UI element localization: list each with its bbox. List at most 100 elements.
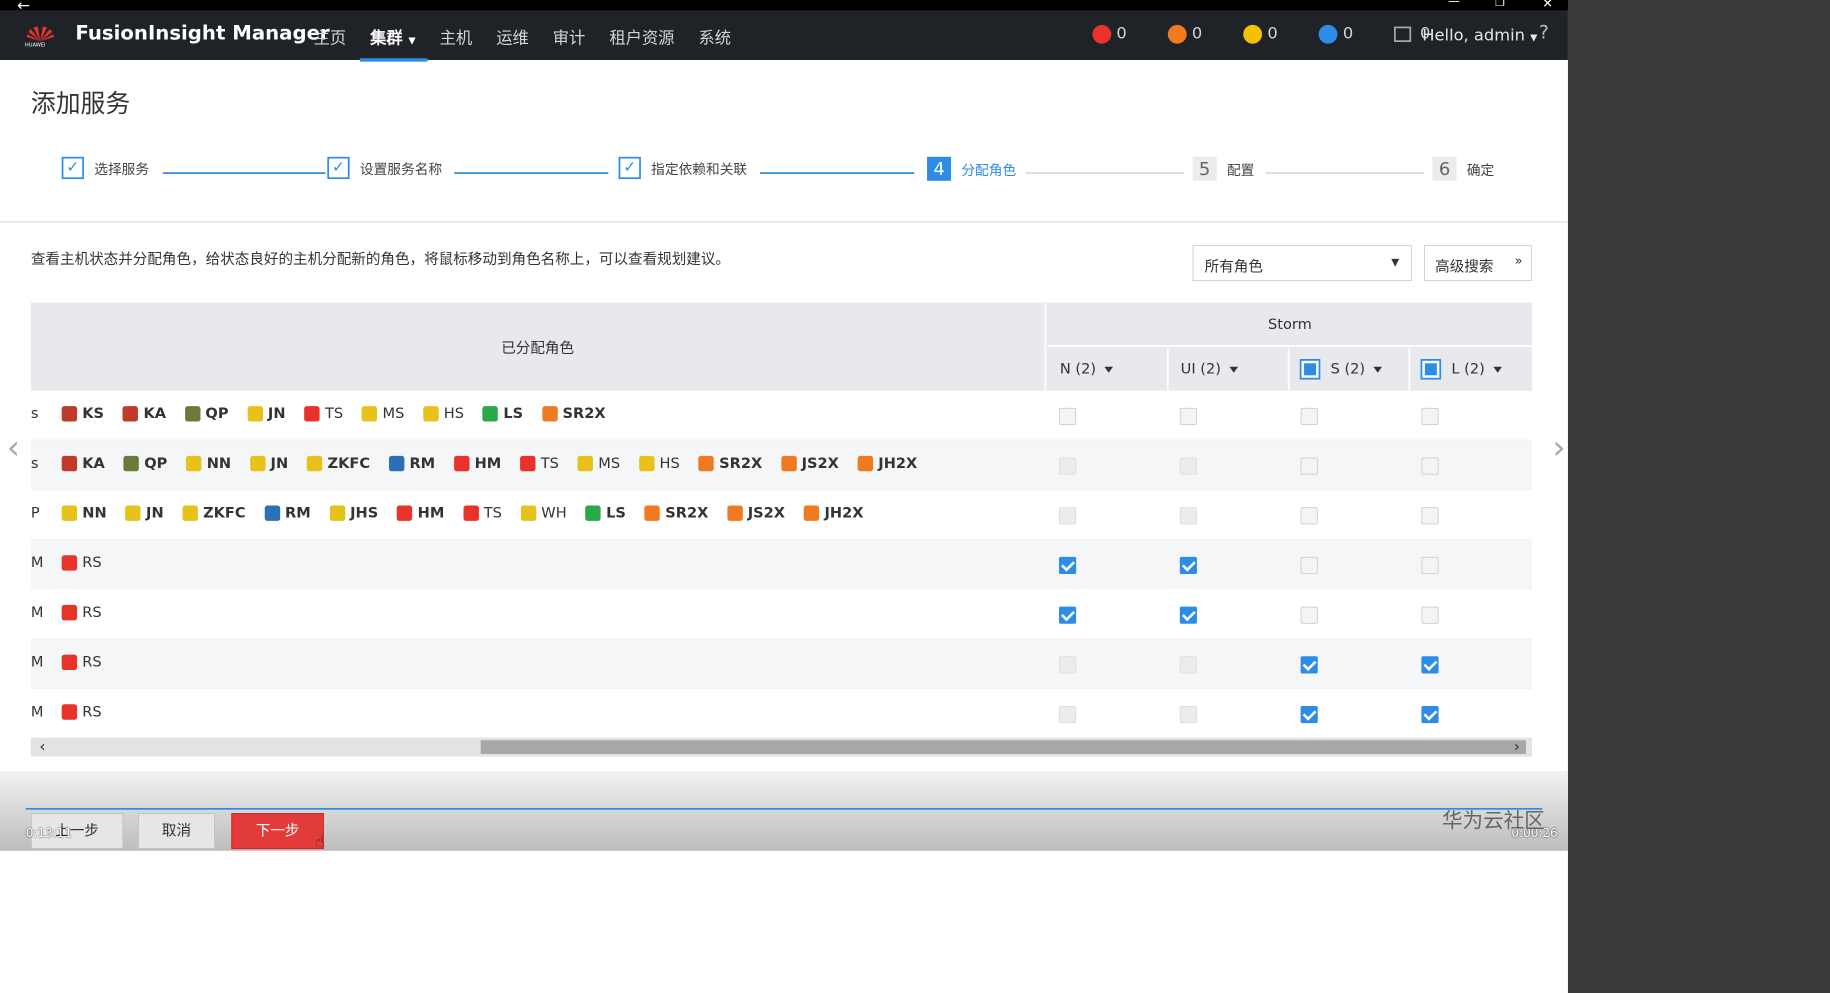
role-tag[interactable]: QP xyxy=(184,405,228,422)
role-tag[interactable]: TS xyxy=(520,455,559,472)
advanced-search-button[interactable]: 高级搜索 » xyxy=(1424,245,1532,282)
role-tag[interactable]: KA xyxy=(122,405,166,422)
role-checkbox[interactable] xyxy=(1421,706,1439,724)
role-checkbox[interactable] xyxy=(1059,507,1077,525)
role-checkbox[interactable] xyxy=(1421,407,1439,425)
role-tag[interactable]: NN xyxy=(186,455,231,472)
role-tag[interactable]: HS xyxy=(638,455,680,472)
nav-system[interactable]: 系统 xyxy=(698,26,731,49)
role-checkbox[interactable] xyxy=(1300,407,1318,425)
role-tag[interactable]: JH2X xyxy=(803,505,863,522)
role-tag[interactable]: ZKFC xyxy=(182,505,246,522)
cancel-button[interactable]: 取消 xyxy=(137,813,216,850)
caret-down-icon[interactable] xyxy=(1373,366,1383,373)
role-checkbox[interactable] xyxy=(1421,507,1439,525)
role-tag[interactable]: LS xyxy=(482,405,523,422)
help-icon[interactable]: ? xyxy=(1539,22,1549,43)
restore-icon[interactable]: ❐ xyxy=(1495,0,1505,9)
col-s-header[interactable]: S (2) xyxy=(1289,348,1411,391)
role-tag[interactable]: MS xyxy=(577,455,620,472)
alert-info[interactable]: 0 xyxy=(1318,24,1353,44)
role-checkbox[interactable] xyxy=(1300,706,1318,724)
role-tag[interactable]: NN xyxy=(61,505,107,522)
role-tag[interactable]: HM xyxy=(397,505,444,522)
role-checkbox[interactable] xyxy=(1059,457,1077,475)
nav-ops[interactable]: 运维 xyxy=(496,26,529,49)
role-tag[interactable]: JN xyxy=(249,455,288,472)
caret-down-icon[interactable] xyxy=(1229,366,1239,373)
role-tag[interactable]: HM xyxy=(454,455,501,472)
minimize-icon[interactable]: — xyxy=(1448,0,1460,9)
role-tag[interactable]: TS xyxy=(463,505,502,522)
role-checkbox[interactable] xyxy=(1421,556,1439,575)
role-checkbox[interactable] xyxy=(1059,407,1077,425)
chevron-left-icon[interactable]: ‹ xyxy=(7,428,20,466)
nav-hosts[interactable]: 主机 xyxy=(440,26,473,49)
scroll-thumb[interactable] xyxy=(480,740,1526,754)
role-checkbox[interactable] xyxy=(1421,457,1439,475)
role-tag[interactable]: RS xyxy=(61,604,102,621)
nav-audit[interactable]: 审计 xyxy=(553,26,586,49)
role-checkbox[interactable] xyxy=(1421,656,1439,674)
role-filter-select[interactable]: 所有角色 ▼ xyxy=(1192,245,1413,282)
role-tag[interactable]: KS xyxy=(61,405,104,422)
role-tag[interactable]: JH2X xyxy=(857,455,917,472)
role-tag[interactable]: KA xyxy=(61,455,105,472)
role-checkbox[interactable] xyxy=(1179,606,1197,624)
role-tag[interactable]: JHS xyxy=(329,505,378,522)
role-tag[interactable]: ZKFC xyxy=(306,455,370,472)
next-step-button[interactable]: 下一步 xyxy=(231,813,324,850)
role-tag[interactable]: JN xyxy=(247,405,286,422)
role-tag[interactable]: JS2X xyxy=(781,455,839,472)
role-tag[interactable]: QP xyxy=(123,455,167,472)
role-tag[interactable]: MS xyxy=(361,405,404,422)
nav-tenant[interactable]: 租户资源 xyxy=(609,26,674,49)
role-checkbox[interactable] xyxy=(1179,556,1197,575)
role-tag[interactable]: TS xyxy=(304,405,343,422)
role-tag[interactable]: JN xyxy=(125,505,164,522)
role-checkbox[interactable] xyxy=(1421,606,1439,624)
scroll-left-icon[interactable]: ‹ xyxy=(39,738,45,756)
role-tag[interactable]: HS xyxy=(423,405,464,422)
col-l-header[interactable]: L (2) xyxy=(1410,349,1532,391)
role-tag[interactable]: JS2X xyxy=(727,505,785,522)
role-checkbox[interactable] xyxy=(1300,457,1318,475)
nav-home[interactable]: 主页 xyxy=(314,26,347,49)
role-tag[interactable]: SR2X xyxy=(644,505,708,522)
close-icon[interactable]: ✕ xyxy=(1542,0,1553,11)
role-tag[interactable]: RS xyxy=(61,554,102,571)
role-checkbox[interactable] xyxy=(1059,706,1077,724)
alert-critical[interactable]: 0 xyxy=(1092,24,1127,44)
role-tag[interactable]: LS xyxy=(585,505,626,522)
role-tag[interactable]: RM xyxy=(264,505,311,522)
nav-cluster[interactable]: 集群 ▼ xyxy=(359,26,428,62)
role-checkbox[interactable] xyxy=(1059,556,1077,575)
back-icon[interactable]: ← xyxy=(17,0,30,15)
role-checkbox[interactable] xyxy=(1059,656,1077,674)
role-checkbox[interactable] xyxy=(1179,706,1197,724)
user-menu[interactable]: Hello, admin ▼ xyxy=(1422,26,1537,45)
caret-down-icon[interactable] xyxy=(1104,366,1114,373)
role-tag[interactable]: SR2X xyxy=(698,455,762,472)
horizontal-scrollbar[interactable]: ‹ › xyxy=(30,737,1532,757)
caret-down-icon[interactable] xyxy=(1493,366,1502,373)
role-tag[interactable]: RM xyxy=(388,455,435,472)
role-checkbox[interactable] xyxy=(1059,606,1077,624)
role-tag[interactable]: WH xyxy=(520,505,567,522)
alert-major[interactable]: 0 xyxy=(1167,24,1202,44)
role-checkbox[interactable] xyxy=(1179,407,1197,425)
role-tag[interactable]: RS xyxy=(61,703,102,721)
alert-minor[interactable]: 0 xyxy=(1243,24,1278,44)
role-checkbox[interactable] xyxy=(1179,507,1197,525)
select-all-checkbox[interactable] xyxy=(1420,358,1442,380)
role-checkbox[interactable] xyxy=(1300,507,1318,525)
select-all-checkbox[interactable] xyxy=(1299,358,1321,380)
role-checkbox[interactable] xyxy=(1300,656,1318,674)
scroll-right-icon[interactable]: › xyxy=(1514,738,1520,756)
role-checkbox[interactable] xyxy=(1179,457,1197,475)
role-checkbox[interactable] xyxy=(1300,556,1318,575)
role-checkbox[interactable] xyxy=(1300,606,1318,624)
role-tag[interactable]: RS xyxy=(61,654,102,671)
role-tag[interactable]: SR2X xyxy=(541,405,606,422)
col-ui-header[interactable]: UI (2) xyxy=(1169,348,1290,391)
